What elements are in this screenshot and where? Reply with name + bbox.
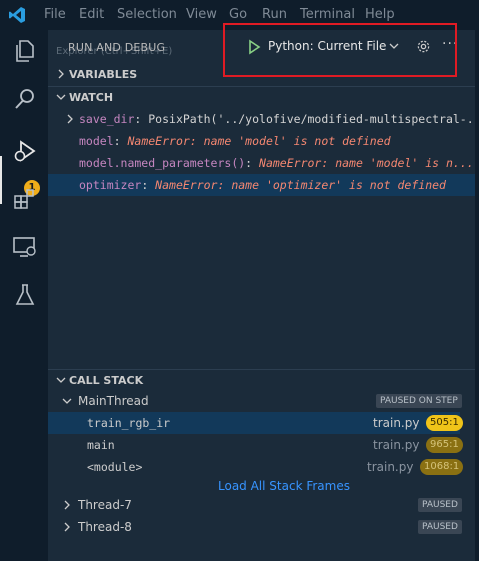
chevron-down-icon [56,94,66,100]
editor-edge [475,30,479,561]
thread-state-badge: PAUSED [418,498,462,512]
watch-error-value: NameError: name 'optimizer' is not defin… [155,178,446,192]
thread-row-main[interactable]: MainThread PAUSED ON STEP [48,390,462,412]
thread-name: Thread-7 [78,498,132,512]
stack-frame-name: train_rgb_ir [87,416,171,430]
chevron-right-icon [58,69,64,79]
watch-expression: save_dir [79,112,135,126]
call-stack-label: CALL STACK [69,374,144,387]
menu-help[interactable]: Help [365,7,395,22]
stack-frame-file: train.py [373,416,420,430]
menu-view[interactable]: View [186,7,217,22]
thread-row[interactable]: Thread-7 PAUSED [48,494,462,516]
thread-name: MainThread [78,394,149,408]
watch-expression: model.named_parameters() [79,156,246,170]
menu-run[interactable]: Run [262,7,287,22]
watch-error-value: NameError: name 'model' is not defined [127,134,391,148]
stack-frame-name: <module> [87,460,143,474]
remote-explorer-icon[interactable] [12,234,38,260]
run-debug-icon[interactable] [12,138,38,164]
thread-row[interactable]: Thread-8 PAUSED [48,516,462,538]
stack-frame-name: main [87,438,115,452]
stack-frame-file: train.py [373,438,420,452]
watch-error-value: NameError: name 'model' is n... [259,156,474,170]
explorer-icon[interactable] [12,38,38,64]
call-stack-section-header[interactable]: CALL STACK [48,369,475,392]
testing-flask-icon[interactable] [12,282,38,308]
variables-label: VARIABLES [69,68,138,81]
thread-name: Thread-8 [78,520,132,534]
menu-edit[interactable]: Edit [79,7,104,22]
load-all-stack-frames-link[interactable]: Load All Stack Frames [218,479,350,493]
run-debug-sidebar: Explorer (Ctrl+Shift+E) RUN AND DEBUG Py… [48,30,475,561]
chevron-right-icon[interactable] [62,522,72,532]
stack-frame-line-badge: 505:1 [426,415,463,431]
menu-file[interactable]: File [44,7,66,22]
menu-terminal[interactable]: Terminal [300,7,355,22]
thread-state-badge: PAUSED [418,520,462,534]
vscode-logo-icon [9,7,25,23]
stack-frame-row[interactable]: main train.py 965:1 [48,434,463,456]
watch-section-header[interactable]: WATCH [48,86,475,109]
activity-bar: 1 [0,30,48,561]
stack-frame-line-badge: 965:1 [426,437,463,453]
sidebar-title: RUN AND DEBUG [68,41,166,54]
watch-expression-row[interactable]: model.named_parameters(): NameError: nam… [48,152,475,174]
menu-selection[interactable]: Selection [117,7,177,22]
active-indicator [0,156,2,204]
stack-frame-row[interactable]: train_rgb_ir train.py 505:1 [48,412,463,434]
stack-frame-row[interactable]: <module> train.py 1068:1 [48,456,464,478]
chevron-right-icon[interactable] [62,500,72,510]
watch-value: PosixPath('../yolofive/modified-multispe… [148,112,475,126]
chevron-right-icon[interactable] [65,114,75,124]
watch-expression-row[interactable]: save_dir: PosixPath('../yolofive/modifie… [48,108,475,130]
extensions-icon[interactable] [12,186,38,212]
search-icon[interactable] [12,86,38,112]
watch-expression: optimizer [79,178,142,192]
thread-state-badge: PAUSED ON STEP [376,394,462,408]
menu-go[interactable]: Go [229,7,247,22]
chevron-down-icon [56,377,66,383]
watch-expression-row[interactable]: model: NameError: name 'model' is not de… [48,130,475,152]
watch-expression: model [79,134,114,148]
chevron-down-icon[interactable] [62,396,72,406]
stack-frame-file: train.py [367,460,414,474]
watch-expression-row[interactable]: optimizer: NameError: name 'optimizer' i… [48,174,475,196]
stack-frame-line-badge: 1068:1 [420,459,464,475]
highlight-annotation [223,23,457,77]
watch-label: WATCH [69,91,114,104]
